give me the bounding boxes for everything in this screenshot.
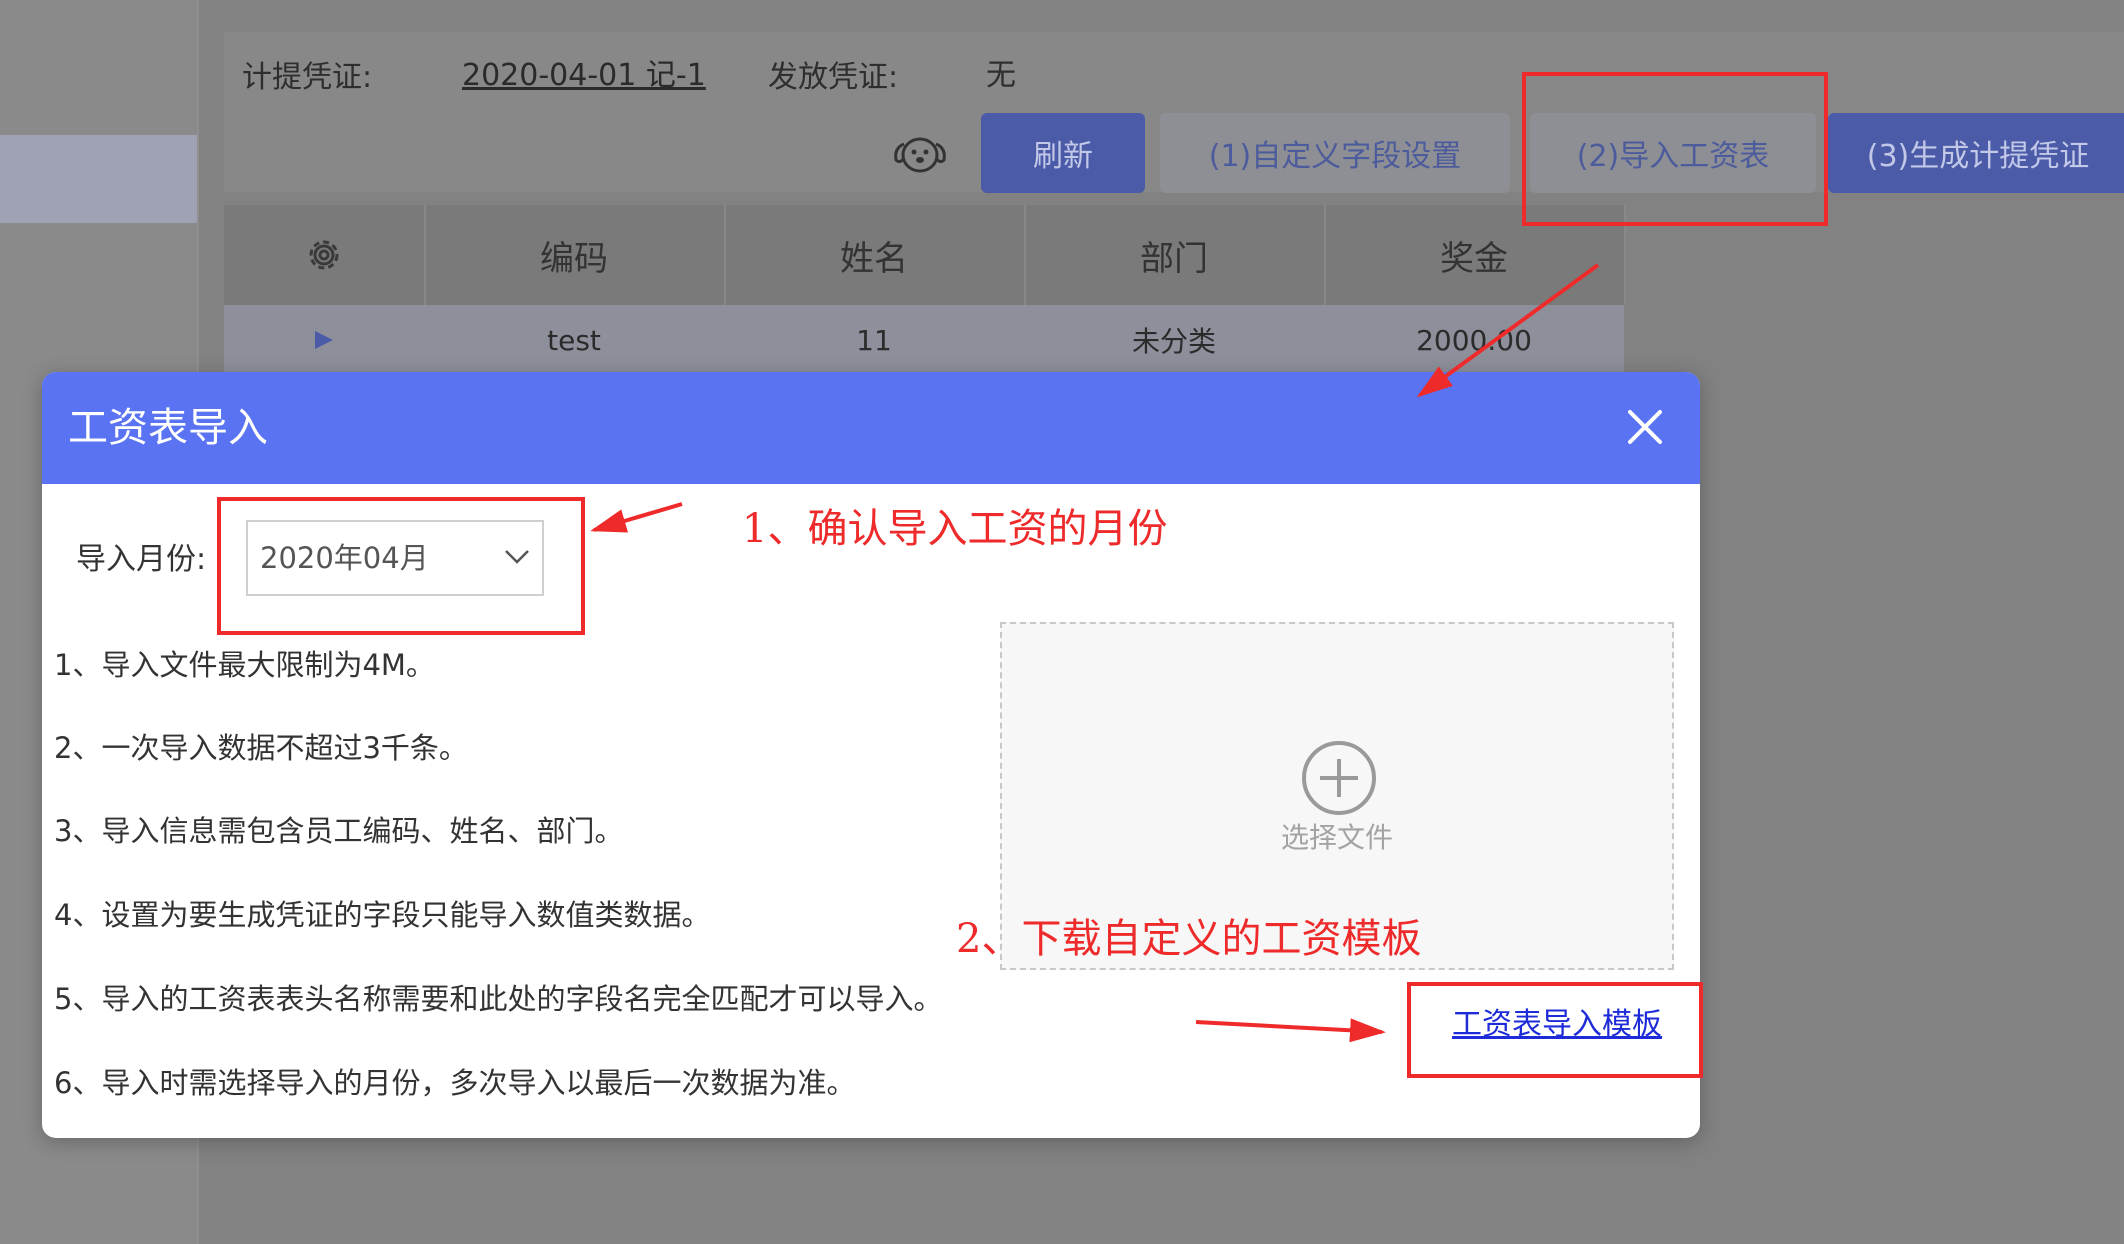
dog-icon[interactable] bbox=[890, 128, 950, 178]
annotation-step1: 1、确认导入工资的月份 bbox=[742, 506, 1168, 552]
sidebar-selected-item[interactable] bbox=[0, 135, 197, 223]
import-month-label: 导入月份: bbox=[76, 542, 207, 577]
rule-item: 6、导入时需选择导入的月份，多次导入以最后一次数据为准。 bbox=[54, 1066, 856, 1100]
custom-fields-button[interactable]: (1)自定义字段设置 bbox=[1160, 113, 1510, 193]
column-header-code[interactable]: 编码 bbox=[424, 205, 726, 305]
annotation-box-template-link bbox=[1407, 982, 1703, 1078]
cell-bonus: 2000.00 bbox=[1416, 323, 1532, 357]
close-icon[interactable] bbox=[1620, 402, 1670, 452]
dialog-header: 工资表导入 bbox=[42, 372, 1700, 484]
annotation-box-month bbox=[217, 497, 585, 635]
rule-item: 4、设置为要生成凭证的字段只能导入数值类数据。 bbox=[54, 898, 711, 932]
grid-settings-cell[interactable] bbox=[224, 205, 426, 305]
play-icon bbox=[315, 331, 333, 349]
column-header-department[interactable]: 部门 bbox=[1024, 205, 1326, 305]
dialog-title: 工资表导入 bbox=[68, 405, 268, 451]
table-row[interactable]: test 11 未分类 2000.00 bbox=[224, 305, 1624, 375]
rule-item: 5、导入的工资表表头名称需要和此处的字段名完全匹配才可以导入。 bbox=[54, 982, 943, 1016]
rule-item: 3、导入信息需包含员工编码、姓名、部门。 bbox=[54, 814, 624, 848]
refresh-button[interactable]: 刷新 bbox=[981, 113, 1145, 193]
annotation-box-import-button bbox=[1522, 72, 1828, 226]
cell-department: 未分类 bbox=[1131, 325, 1216, 358]
issue-voucher-value: 无 bbox=[986, 58, 1016, 93]
column-header-name[interactable]: 姓名 bbox=[724, 205, 1026, 305]
gear-icon[interactable] bbox=[302, 233, 346, 277]
choose-file-text: 选择文件 bbox=[1280, 821, 1393, 854]
annotation-step2: 2、下载自定义的工资模板 bbox=[956, 916, 1422, 962]
accrual-voucher-label: 计提凭证: bbox=[242, 60, 373, 95]
generate-voucher-button[interactable]: (3)生成计提凭证 bbox=[1828, 113, 2124, 193]
issue-voucher-label: 发放凭证: bbox=[768, 60, 899, 95]
cell-code: test bbox=[547, 323, 601, 357]
row-pointer-cell bbox=[224, 305, 424, 375]
plus-circle-icon bbox=[1302, 741, 1376, 815]
rule-item: 2、一次导入数据不超过3千条。 bbox=[54, 731, 468, 765]
accrual-voucher-link[interactable]: 2020-04-01 记-1 bbox=[462, 50, 706, 94]
rule-item: 1、导入文件最大限制为4M。 bbox=[54, 648, 435, 682]
grid-header: 编码 姓名 部门 奖金 bbox=[224, 205, 1626, 305]
cell-name: 11 bbox=[856, 323, 892, 357]
